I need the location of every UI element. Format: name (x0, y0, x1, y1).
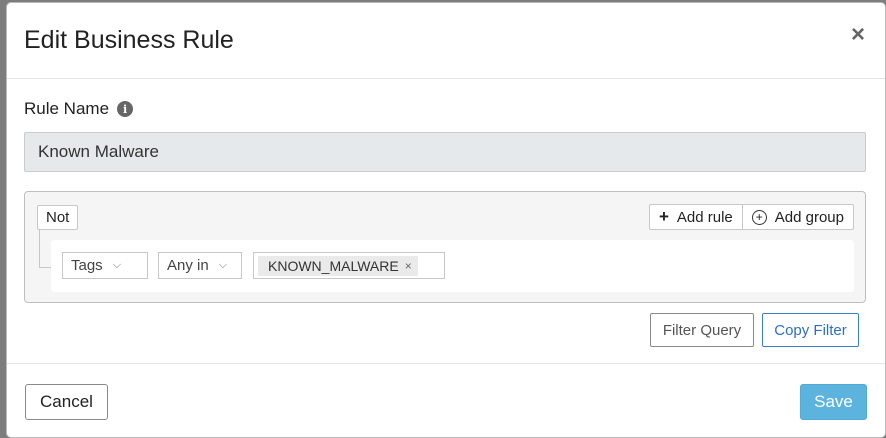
query-builder-group: Not + Add rule + Add group Tags ⌵ Any in… (24, 191, 866, 303)
tag-chip-label: KNOWN_MALWARE (268, 257, 399, 274)
edit-business-rule-dialog: Edit Business Rule × Rule Name i Not + A… (6, 2, 886, 438)
plus-icon: + (658, 207, 669, 226)
rule-name-label: Rule Name (24, 99, 110, 118)
add-controls-group: + Add rule + Add group (648, 204, 854, 230)
save-button[interactable]: Save (800, 384, 867, 420)
field-select-value: Tags (71, 257, 103, 274)
chevron-down-icon: ⌵ (218, 259, 228, 271)
rule-name-input[interactable] (24, 132, 866, 172)
filter-query-button[interactable]: Filter Query (650, 313, 754, 347)
info-icon[interactable]: i (117, 101, 134, 117)
operator-select[interactable]: Any in ⌵ (158, 252, 242, 279)
footer-divider (7, 363, 885, 364)
dialog-header: Edit Business Rule × (7, 3, 885, 79)
add-group-button[interactable]: + Add group (741, 205, 853, 229)
not-toggle-button[interactable]: Not (37, 205, 79, 230)
remove-tag-icon[interactable]: × (405, 259, 412, 273)
chevron-down-icon: ⌵ (112, 259, 122, 271)
operator-select-value: Any in (167, 257, 209, 274)
rule-row: Tags ⌵ Any in ⌵ KNOWN_MALWARE × (51, 240, 854, 292)
circle-plus-icon: + (751, 209, 767, 225)
tag-chip: KNOWN_MALWARE × (258, 255, 418, 276)
add-rule-label: Add rule (676, 208, 733, 226)
cancel-button[interactable]: Cancel (25, 384, 108, 420)
add-group-label: Add group (774, 208, 844, 226)
dialog-title: Edit Business Rule (24, 26, 234, 54)
close-icon[interactable]: × (851, 23, 865, 47)
add-rule-button[interactable]: + Add rule (650, 205, 742, 229)
tag-values-input[interactable]: KNOWN_MALWARE × (253, 252, 445, 279)
rule-name-label-row: Rule Name i (24, 99, 134, 119)
field-select[interactable]: Tags ⌵ (62, 252, 148, 279)
copy-filter-button[interactable]: Copy Filter (762, 313, 859, 347)
